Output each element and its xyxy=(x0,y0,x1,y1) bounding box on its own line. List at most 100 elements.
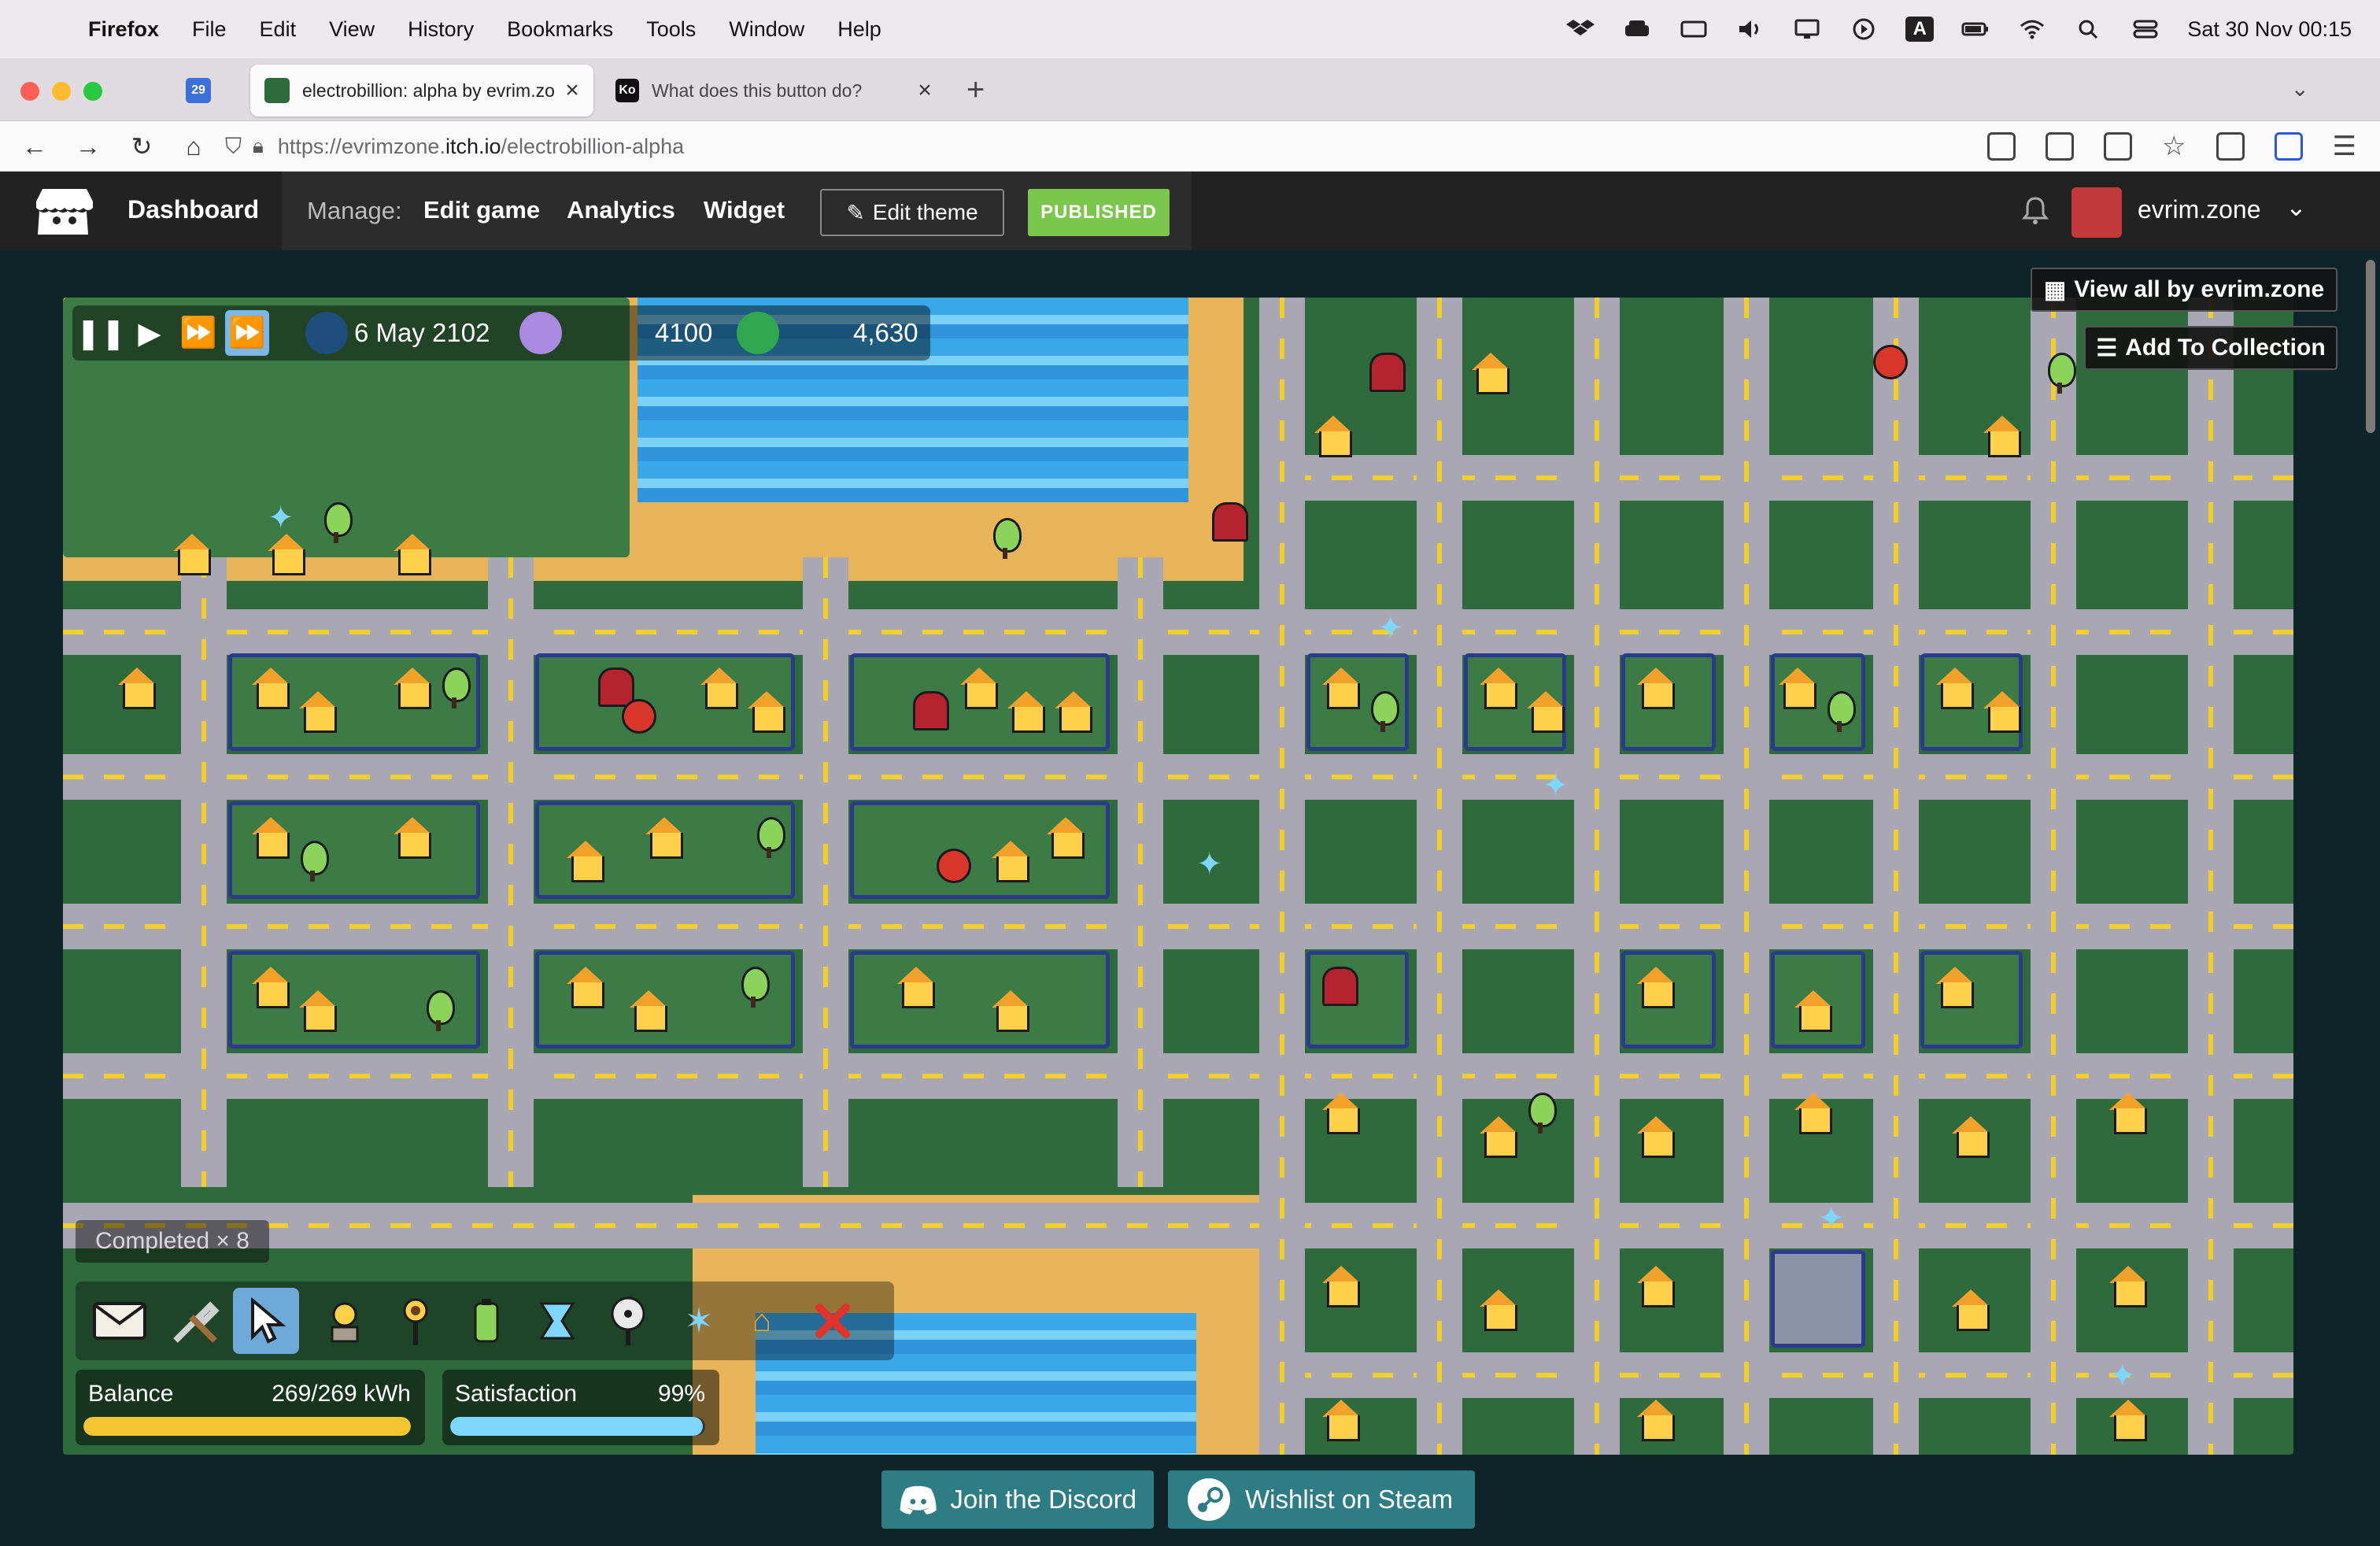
fastest-forward-button[interactable]: ⏩ xyxy=(225,310,269,356)
close-window-button[interactable] xyxy=(20,82,39,101)
new-tab-plus-icon[interactable]: + xyxy=(966,72,985,108)
control-center-icon[interactable] xyxy=(2131,17,2160,41)
join-discord-button[interactable]: Join the Discord xyxy=(881,1470,1154,1529)
menu-help[interactable]: Help xyxy=(837,17,881,42)
mail-envelope-icon[interactable] xyxy=(87,1288,153,1354)
ko-favicon-icon: Ko xyxy=(615,79,639,102)
display-icon[interactable] xyxy=(1792,17,1822,41)
close-tab-icon[interactable]: × xyxy=(559,77,586,104)
car-icon[interactable] xyxy=(1622,17,1652,41)
bookmark-star-icon[interactable]: ☆ xyxy=(2162,131,2186,162)
save-to-pocket-icon[interactable] xyxy=(2104,132,2133,161)
menu-app-firefox[interactable]: Firefox xyxy=(88,17,159,42)
url-bar[interactable]: ⛉ 🔒︎ https://evrimzone.itch.io/electrobi… xyxy=(225,128,2082,165)
energy-balance-meter: Balance 269/269 kWh xyxy=(76,1370,425,1445)
house-icon xyxy=(2109,1266,2147,1307)
fast-forward-button[interactable]: ⏩ xyxy=(176,310,220,356)
satisfaction-meter: Satisfaction 99% xyxy=(442,1370,719,1445)
home-icon[interactable]: ⌂ xyxy=(178,131,209,162)
tree-icon xyxy=(1369,691,1399,732)
volume-icon[interactable] xyxy=(1735,17,1765,41)
extensions-grid-icon[interactable] xyxy=(2046,132,2075,161)
menubar-clock[interactable]: Sat 30 Nov 00:15 xyxy=(2187,17,2352,42)
lock-icon[interactable]: 🔒︎ xyxy=(253,134,264,159)
dashboard-link[interactable]: Dashboard xyxy=(128,195,259,224)
pylon-tool-icon[interactable] xyxy=(524,1288,590,1354)
spotlight-search-icon[interactable] xyxy=(2074,17,2104,41)
house-upgrade-tool-icon[interactable]: ⌂ xyxy=(729,1288,795,1354)
username[interactable]: evrim.zone xyxy=(2138,195,2261,224)
wifi-icon[interactable] xyxy=(2017,17,2047,41)
forward-arrow-icon[interactable]: → xyxy=(72,131,104,162)
battery-icon[interactable] xyxy=(1961,17,1990,41)
house-icon xyxy=(960,668,998,709)
play-button[interactable]: ▶ xyxy=(128,310,172,356)
tab-electrobillion[interactable]: electrobillion: alpha by evrim.zo × xyxy=(250,65,593,117)
menu-window[interactable]: Window xyxy=(729,17,804,42)
keyboard-icon[interactable] xyxy=(1679,17,1709,41)
widget-link[interactable]: Widget xyxy=(704,196,785,224)
house-icon xyxy=(567,841,604,882)
game-favicon-icon xyxy=(264,78,290,103)
url-text[interactable]: https://evrimzone.itch.io/electrobillion… xyxy=(278,135,684,159)
itch-logo-icon[interactable] xyxy=(35,186,94,239)
house-icon xyxy=(1480,1289,1517,1331)
menu-file[interactable]: File xyxy=(192,17,227,42)
page-scrollbar[interactable] xyxy=(2366,260,2375,433)
pause-button[interactable]: ❚❚ xyxy=(76,310,126,356)
house-icon xyxy=(394,817,431,859)
road xyxy=(181,557,227,1187)
menu-history[interactable]: History xyxy=(408,17,474,42)
view-all-by-author-button[interactable]: ▦ View all by evrim.zone xyxy=(2031,268,2338,312)
add-to-collection-button[interactable]: ☰ Add To Collection xyxy=(2084,326,2338,370)
user-menu-chevron-icon[interactable]: ⌄ xyxy=(2286,192,2307,222)
input-source-icon[interactable]: A xyxy=(1905,17,1935,42)
discord-icon xyxy=(900,1485,937,1515)
house-icon xyxy=(1637,1266,1675,1307)
house-icon xyxy=(1322,668,1360,709)
minimize-window-button[interactable] xyxy=(52,82,71,101)
tree-icon xyxy=(323,502,353,543)
published-badge[interactable]: PUBLISHED xyxy=(1028,189,1170,236)
completed-counter[interactable]: Completed × 8 xyxy=(76,1220,269,1263)
city-block xyxy=(1771,1250,1865,1348)
analytics-link[interactable]: Analytics xyxy=(567,196,675,224)
battery-tool-icon[interactable] xyxy=(453,1288,519,1354)
wishlist-steam-button[interactable]: Wishlist on Steam xyxy=(1168,1470,1475,1529)
radar-dish-tool-icon[interactable] xyxy=(595,1288,661,1354)
menu-edit[interactable]: Edit xyxy=(260,17,297,42)
reload-icon[interactable]: ↻ xyxy=(126,131,157,162)
edit-game-link[interactable]: Edit game xyxy=(423,196,540,224)
solar-farm-tool-icon[interactable] xyxy=(312,1288,378,1354)
notification-bell-icon[interactable] xyxy=(2020,195,2051,227)
back-arrow-icon[interactable]: ← xyxy=(19,131,50,162)
select-cursor-tool[interactable] xyxy=(233,1288,299,1354)
play-circle-icon[interactable] xyxy=(1849,17,1879,41)
close-tab-icon[interactable]: × xyxy=(911,77,938,104)
sunflower-generator-tool-icon[interactable] xyxy=(382,1288,449,1354)
menu-view[interactable]: View xyxy=(329,17,375,42)
barn-icon xyxy=(1369,353,1406,392)
pencil-icon: ✎ xyxy=(846,200,865,225)
house-icon xyxy=(2109,1400,2147,1441)
demolish-x-icon[interactable] xyxy=(800,1288,866,1354)
zoom-window-button[interactable] xyxy=(83,82,102,101)
extension-puzzle-icon[interactable] xyxy=(2216,132,2245,161)
reader-view-icon[interactable] xyxy=(1987,132,2016,161)
tracking-shield-icon[interactable]: ⛉ xyxy=(225,134,242,160)
starfish-decoration-tool-icon[interactable]: ✶ xyxy=(666,1288,732,1354)
build-tools-wrench-icon[interactable] xyxy=(162,1288,228,1354)
menu-tools[interactable]: Tools xyxy=(646,17,696,42)
barn-icon xyxy=(1212,502,1248,542)
user-avatar[interactable] xyxy=(2071,187,2122,238)
bitwarden-icon[interactable] xyxy=(2274,132,2303,161)
hud-top-bar: ❚❚ ▶ ⏩ ⏩ 6 May 2102 4100 4,630 xyxy=(72,305,930,361)
house-icon xyxy=(118,668,156,709)
tab-pinned-calendar[interactable]: 29 xyxy=(172,65,235,117)
tab-what-does-this-button-do[interactable]: Ko What does this button do? × xyxy=(603,65,946,117)
list-all-tabs-chevron-icon[interactable]: ⌄ xyxy=(2291,76,2309,102)
dropbox-icon[interactable] xyxy=(1565,17,1595,41)
hamburger-menu-icon[interactable]: ☰ xyxy=(2333,131,2356,162)
edit-theme-button[interactable]: ✎ Edit theme xyxy=(820,189,1004,236)
menu-bookmarks[interactable]: Bookmarks xyxy=(507,17,613,42)
